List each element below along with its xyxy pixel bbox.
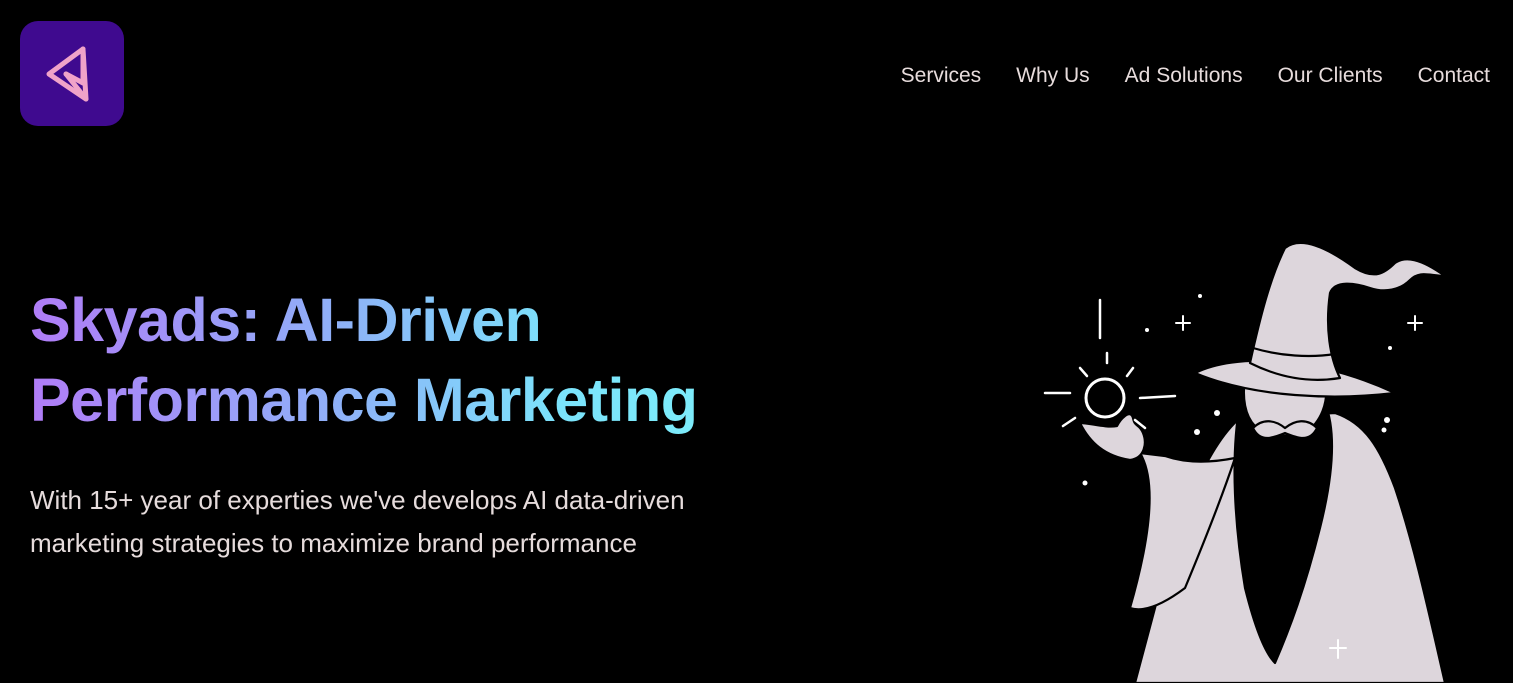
nav-our-clients[interactable]: Our Clients xyxy=(1278,62,1383,90)
triangle-logo-icon xyxy=(46,46,89,101)
nav-ad-solutions[interactable]: Ad Solutions xyxy=(1125,62,1243,90)
nav-contact[interactable]: Contact xyxy=(1418,62,1490,90)
hero-subtitle: With 15+ year of experties we've develop… xyxy=(30,479,770,565)
nav-services[interactable]: Services xyxy=(901,62,982,90)
hero-subtitle-line1: With 15+ year of experties we've develop… xyxy=(30,485,685,515)
nav-why-us[interactable]: Why Us xyxy=(1016,62,1090,90)
page: Services Why Us Ad Solutions Our Clients… xyxy=(0,0,1513,683)
main-nav: Services Why Us Ad Solutions Our Clients… xyxy=(901,62,1490,90)
hero-subtitle-line2: marketing strategies to maximize brand p… xyxy=(30,528,637,558)
hero-title-line2: Performance Marketing xyxy=(30,366,698,434)
logo[interactable] xyxy=(20,21,124,126)
wizard-with-orb-illustration xyxy=(1043,241,1447,683)
hero-title: Skyads: AI-Driven Performance Marketing xyxy=(30,280,790,440)
hero-title-line1: Skyads: AI-Driven xyxy=(30,286,542,354)
